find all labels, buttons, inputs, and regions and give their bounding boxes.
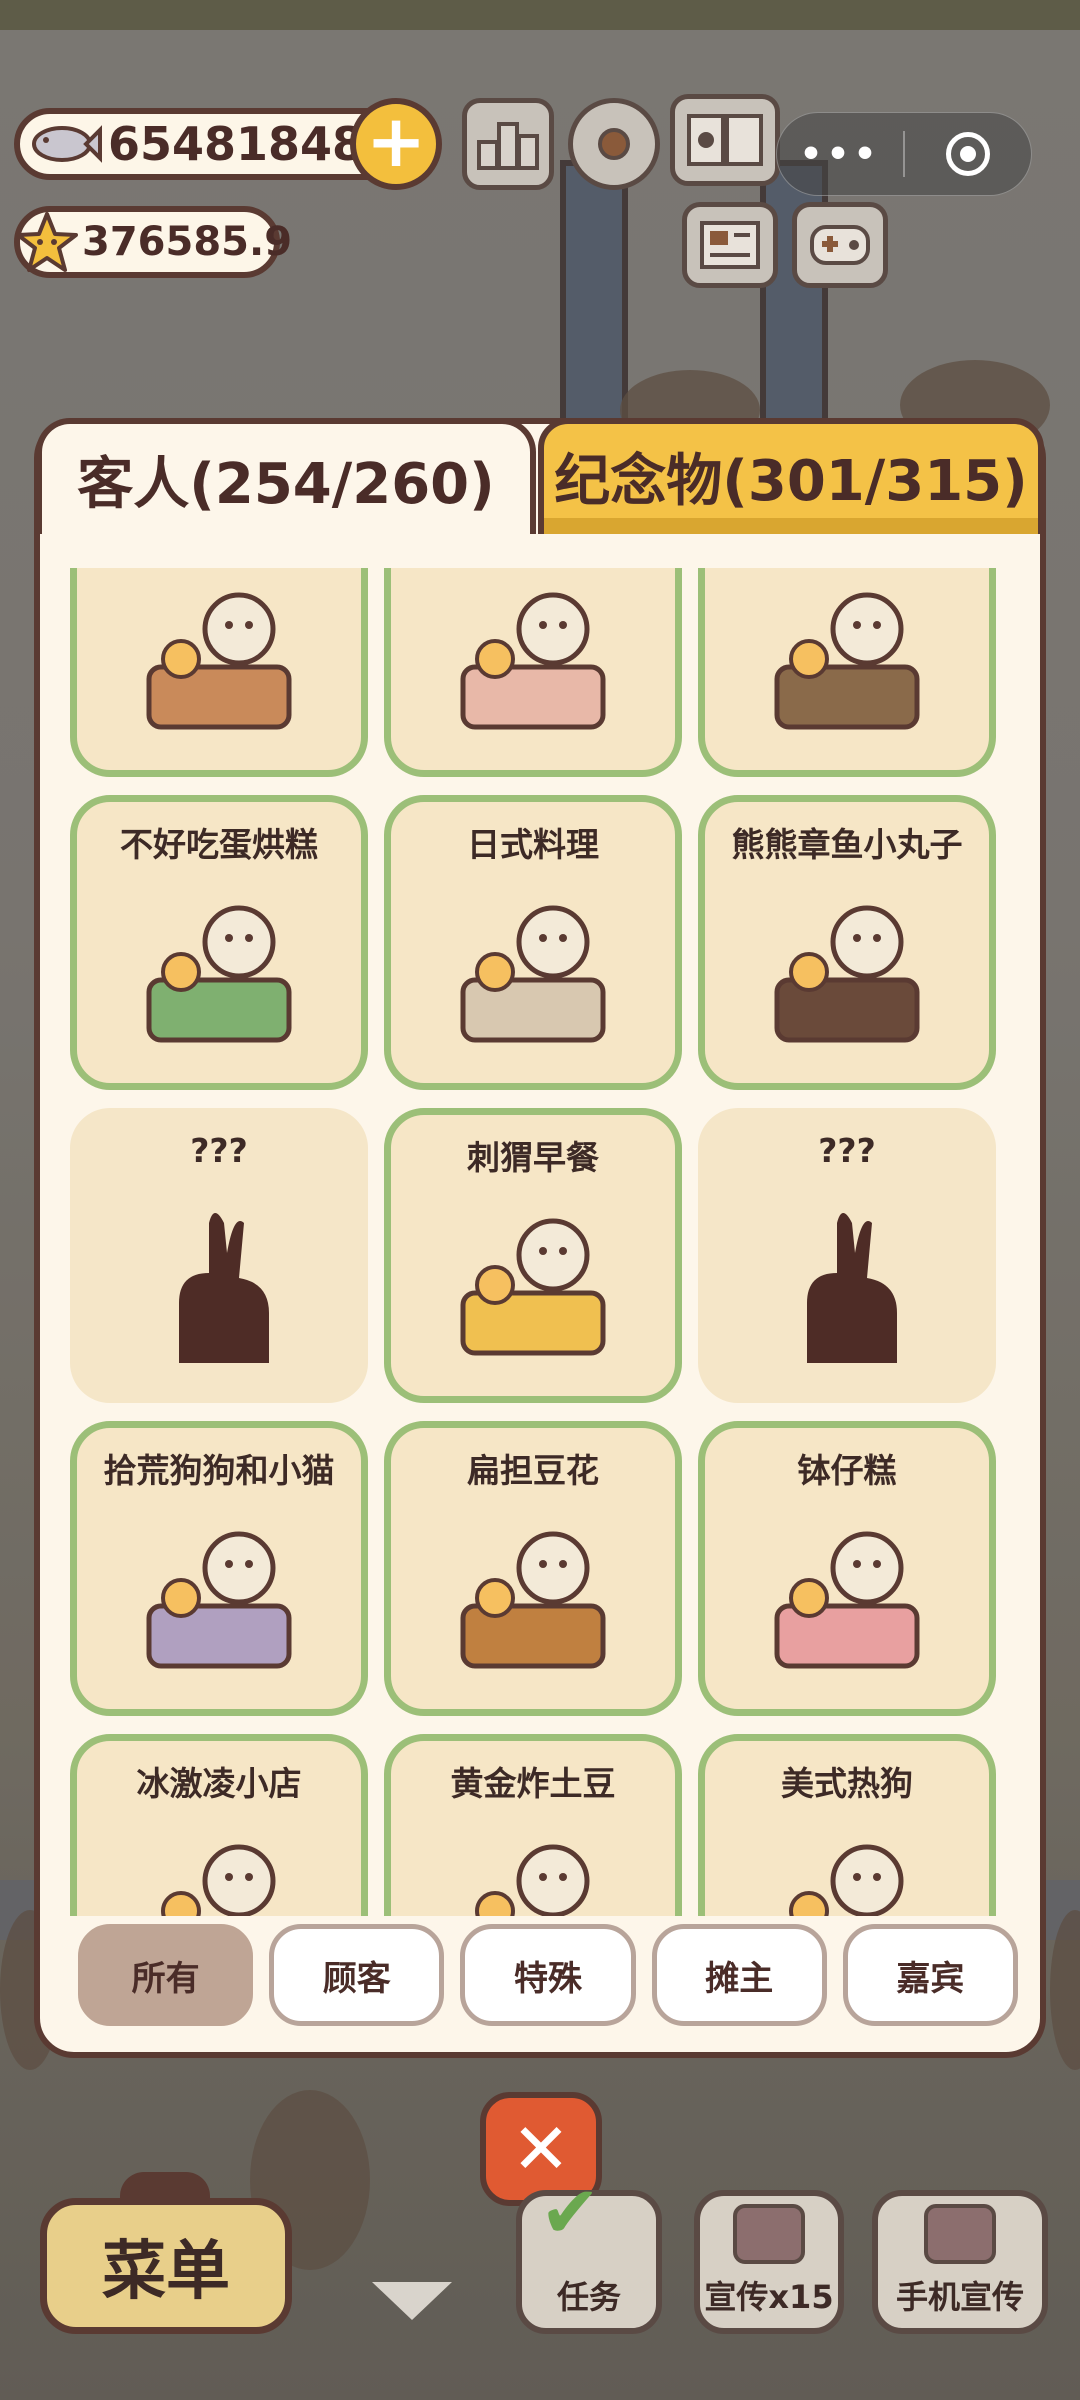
task-label: 任务 bbox=[556, 2278, 621, 2316]
guest-card[interactable]: 扁担豆花 bbox=[384, 1421, 682, 1716]
promo-button[interactable]: 宣传x15 bbox=[694, 2190, 844, 2334]
guest-card-name: ??? bbox=[190, 1131, 248, 1170]
guest-card[interactable]: ??? bbox=[698, 1108, 996, 1403]
guest-card-name: 冰激凌小店 bbox=[136, 1764, 302, 1803]
takoyaki-stall-icon bbox=[774, 905, 920, 1043]
filter-button[interactable]: 顾客 bbox=[269, 1924, 445, 2026]
filter-button[interactable]: 摊主 bbox=[651, 1924, 827, 2026]
guest-card[interactable]: 钵仔糕 bbox=[698, 1421, 996, 1716]
phone-promo-button[interactable]: 手机宣传 bbox=[872, 2190, 1048, 2334]
gamepad-icon[interactable] bbox=[792, 202, 888, 288]
guest-card[interactable]: 竹竹酸辣粉 bbox=[698, 568, 996, 777]
filter-button[interactable]: 特殊 bbox=[460, 1924, 636, 2026]
ranking-icon[interactable] bbox=[462, 98, 554, 190]
guest-card-name: 钵仔糕 bbox=[797, 1451, 897, 1490]
tab-guests[interactable]: 客人(254/260) bbox=[36, 418, 536, 534]
task-button[interactable]: ✔ 任务 bbox=[516, 2170, 662, 2334]
guest-card-name: 刺猬早餐 bbox=[467, 1138, 599, 1177]
guest-card[interactable]: 花花套圈 bbox=[384, 568, 682, 777]
guest-card-name: 扁担豆花 bbox=[467, 1451, 599, 1490]
collapse-arrow-icon[interactable] bbox=[372, 2282, 452, 2320]
newspaper-icon[interactable] bbox=[682, 202, 778, 288]
star-currency-value: 376585.9 bbox=[82, 219, 293, 265]
guest-card[interactable]: 熊熊章鱼小丸子 bbox=[698, 795, 996, 1090]
egg-cake-stall-icon bbox=[146, 905, 292, 1043]
guest-card[interactable]: 冰激凌小店 bbox=[70, 1734, 368, 1916]
bowl-cake-stall-icon bbox=[774, 1531, 920, 1669]
fish-icon bbox=[32, 125, 102, 163]
noodle-stall-icon bbox=[774, 592, 920, 730]
guest-card[interactable]: 不好吃蛋烘糕 bbox=[70, 795, 368, 1090]
tab-souvenirs[interactable]: 纪念物(301/315) bbox=[538, 418, 1044, 534]
miniprogram-capsule: ••• bbox=[776, 112, 1032, 196]
exit-target-icon bbox=[946, 132, 990, 176]
star-icon bbox=[16, 212, 78, 272]
guest-grid-viewport[interactable]: 切糕花花套圈竹竹酸辣粉不好吃蛋烘糕 日式料理 熊熊章鱼小丸子??? 刺猬早餐??? 拾荒… bbox=[70, 568, 1010, 1916]
guest-grid: 切糕花花套圈竹竹酸辣粉不好吃蛋烘糕 日式料理 熊熊章鱼小丸子??? 刺猬早餐??? 拾荒… bbox=[70, 568, 996, 1916]
guest-card[interactable]: ??? bbox=[70, 1108, 368, 1403]
filter-button[interactable]: 嘉宾 bbox=[842, 1924, 1019, 2026]
guest-card[interactable]: 黄金炸土豆 bbox=[384, 1734, 682, 1916]
hotdog-stall-icon bbox=[789, 1844, 904, 1916]
guest-card-name: 黄金炸土豆 bbox=[450, 1764, 616, 1803]
guest-card[interactable]: 拾荒狗狗和小猫 bbox=[70, 1421, 368, 1716]
japanese-food-stall-icon bbox=[460, 905, 606, 1043]
scavenger-dog-cat-icon bbox=[146, 1531, 292, 1669]
star-currency-pill: 376585.9 bbox=[14, 206, 292, 278]
top-status-strip bbox=[0, 0, 1080, 30]
promo-label: 宣传x15 bbox=[704, 2278, 834, 2316]
settings-gear-icon[interactable] bbox=[568, 98, 660, 190]
add-currency-button[interactable]: + bbox=[350, 98, 442, 190]
hedgehog-breakfast-stall-icon bbox=[460, 1218, 606, 1356]
scene-pillar bbox=[560, 160, 628, 452]
locked-silhouette-icon bbox=[807, 1213, 897, 1363]
filter-button[interactable]: 所有 bbox=[78, 1924, 254, 2026]
cake-stall-icon bbox=[146, 592, 292, 730]
guest-card[interactable]: 日式料理 bbox=[384, 795, 682, 1090]
menu-button[interactable]: 菜单 bbox=[40, 2198, 292, 2334]
guest-card[interactable]: 切糕 bbox=[70, 568, 368, 777]
more-options-button[interactable]: ••• bbox=[777, 134, 903, 175]
phone-icon bbox=[924, 2204, 996, 2264]
fried-potato-stall-icon bbox=[475, 1844, 590, 1916]
filter-bar: 所有 顾客 特殊 摊主 嘉宾 bbox=[78, 1924, 1019, 2030]
fish-currency-pill: 654818486 bbox=[14, 108, 404, 180]
ring-toss-stall-icon bbox=[460, 592, 606, 730]
checkmark-icon: ✔ bbox=[540, 2170, 601, 2254]
album-book-icon[interactable] bbox=[670, 94, 780, 186]
phone-promo-label: 手机宣传 bbox=[895, 2278, 1024, 2316]
locked-rabbit-silhouette-icon bbox=[179, 1213, 269, 1363]
guest-card[interactable]: 刺猬早餐 bbox=[384, 1108, 682, 1403]
guest-card-name: 不好吃蛋烘糕 bbox=[120, 825, 318, 864]
tofu-pudding-stall-icon bbox=[460, 1531, 606, 1669]
guest-card-name: 熊熊章鱼小丸子 bbox=[731, 825, 963, 864]
ice-cream-shop-icon bbox=[161, 1844, 276, 1916]
guest-card-name: 拾荒狗狗和小猫 bbox=[103, 1451, 335, 1490]
guest-card-name: 美式热狗 bbox=[781, 1764, 913, 1803]
promo-phone-icon bbox=[733, 2204, 805, 2264]
plus-icon: + bbox=[365, 99, 427, 183]
exit-miniprogram-button[interactable] bbox=[905, 132, 1031, 176]
guest-card-name: 日式料理 bbox=[467, 825, 599, 864]
guest-card-name: ??? bbox=[818, 1131, 876, 1170]
guest-card[interactable]: 美式热狗 bbox=[698, 1734, 996, 1916]
